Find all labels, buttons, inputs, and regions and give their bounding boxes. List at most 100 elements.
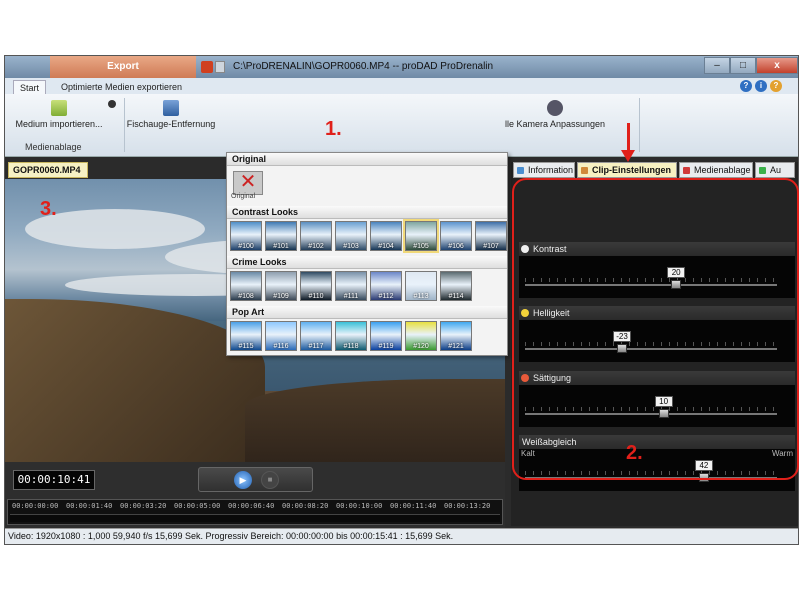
panel-tab[interactable]: Clip-Einstellungen — [577, 162, 677, 178]
clip-tab[interactable]: GOPR0060.MP4 — [8, 162, 88, 178]
tab-optimized-export[interactable]: Optimierte Medien exportieren — [55, 80, 188, 94]
look-id-label: #101 — [273, 243, 289, 250]
document-icon — [215, 61, 225, 73]
panel-tab-label: Information — [528, 165, 574, 175]
panel-tab[interactable]: Information — [513, 162, 575, 178]
maximize-button[interactable]: □ — [730, 57, 756, 74]
annotation-one: 1. — [325, 118, 342, 140]
panel-tab-label: Medienablage — [694, 165, 751, 175]
annotation-arrow — [627, 123, 630, 153]
look-id-label: #108 — [238, 293, 254, 300]
timeline-track[interactable] — [10, 514, 500, 522]
panel-tab[interactable]: Au — [755, 162, 795, 178]
look-id-label: #109 — [273, 293, 289, 300]
look-thumbnail[interactable]: #117 — [300, 321, 332, 351]
panel-tab-label: Au — [770, 165, 782, 175]
look-thumbnail[interactable]: #121 — [440, 321, 472, 351]
options-dot-icon[interactable] — [108, 100, 116, 108]
look-thumbnail[interactable]: #102 — [300, 221, 332, 251]
look-thumbnail[interactable]: #112 — [370, 271, 402, 301]
original-look-thumb[interactable]: ✕ — [233, 171, 263, 195]
info-icon[interactable]: i — [755, 80, 767, 92]
look-thumbnail[interactable]: #109 — [265, 271, 297, 301]
help-icon[interactable]: ? — [740, 80, 752, 92]
panel-tab[interactable]: Medienablage — [679, 162, 753, 178]
annotation-three: 3. — [40, 198, 57, 220]
timeline-tick-label: 00:00:01:40 — [66, 502, 113, 510]
look-id-label: #118 — [343, 343, 359, 350]
look-thumbnail[interactable]: #118 — [335, 321, 367, 351]
panel-tab-bar: Information Clip-Einstellungen Medienablag… — [511, 162, 798, 178]
look-id-label: #115 — [238, 343, 254, 350]
transport-controls: ▶ ■ — [198, 467, 313, 492]
timeline-tick-label: 00:00:05:00 — [174, 502, 221, 510]
question-icon[interactable]: ? — [770, 80, 782, 92]
play-button[interactable]: ▶ — [234, 471, 252, 489]
import-media-label: Medium importieren... — [15, 119, 103, 129]
look-id-label: #113 — [413, 293, 429, 300]
import-media-button[interactable]: Medium importieren... — [9, 96, 109, 129]
look-thumbnail[interactable]: #105 — [403, 219, 439, 253]
ribbon-group-label: Medienablage — [25, 142, 82, 152]
look-thumbnail[interactable]: #120 — [405, 321, 437, 351]
tab-icon — [517, 167, 524, 174]
look-thumbnail[interactable]: #108 — [230, 271, 262, 301]
original-heading: Original — [227, 153, 507, 166]
annotation-frame — [512, 178, 799, 480]
window-controls: – □ x — [704, 57, 798, 74]
crime-looks-row: #108 #109 #110 #111 #112 #113 #114 — [230, 271, 472, 301]
look-thumbnail[interactable]: #106 — [440, 221, 472, 251]
look-id-label: #121 — [448, 343, 464, 350]
look-thumbnail[interactable]: #110 — [300, 271, 332, 301]
title-bar: Export C:\ProDRENALIN\GOPR0060.MP4 -- pr… — [5, 56, 798, 78]
camera-adjustments-label: lle Kamera Anpassungen — [504, 119, 606, 129]
look-thumbnail[interactable]: #114 — [440, 271, 472, 301]
pop-art-looks-row: #115 #116 #117 #118 #119 #120 #121 — [230, 321, 472, 351]
look-thumbnail[interactable]: #111 — [335, 271, 367, 301]
tab-start[interactable]: Start — [13, 80, 47, 94]
timecode-display: 00:00:10:41 — [13, 470, 95, 490]
look-id-label: #110 — [308, 293, 324, 300]
pop-art-heading: Pop Art — [227, 306, 507, 319]
look-id-label: #107 — [483, 243, 499, 250]
export-tab[interactable]: Export — [50, 56, 196, 78]
fisheye-removal-button[interactable]: Fischauge-Entfernung — [123, 96, 219, 129]
close-button[interactable]: x — [756, 57, 798, 74]
look-thumbnail[interactable]: #100 — [230, 221, 262, 251]
look-id-label: #111 — [343, 293, 359, 300]
timeline-tick-label: 00:00:03:20 — [120, 502, 167, 510]
camera-adjustments-button[interactable]: lle Kamera Anpassungen — [503, 96, 607, 129]
look-thumbnail[interactable]: #113 — [405, 271, 437, 301]
look-id-label: #120 — [413, 343, 429, 350]
ribbon-tab-bar: Start Optimierte Medien exportieren ? i … — [5, 78, 798, 94]
look-thumbnail[interactable]: #116 — [265, 321, 297, 351]
look-id-label: #104 — [378, 243, 394, 250]
stop-button[interactable]: ■ — [261, 471, 279, 489]
timeline-tick-label: 00:00:08:20 — [282, 502, 329, 510]
fisheye-icon — [163, 100, 179, 116]
rocks — [245, 379, 505, 462]
look-thumbnail[interactable]: #101 — [265, 221, 297, 251]
timeline-tick-label: 00:00:00:00 — [12, 502, 59, 510]
fisheye-removal-label: Fischauge-Entfernung — [126, 119, 216, 129]
timeline-tick-label: 00:00:13:20 — [444, 502, 491, 510]
minimize-button[interactable]: – — [704, 57, 730, 74]
timeline[interactable]: 00:00:00:00 00:00:01:40 00:00:03:20 00:00:0… — [7, 499, 503, 525]
status-bar: Video: 1920x1080 : 1,000 59,940 f/s 15,6… — [5, 528, 798, 544]
look-thumbnail[interactable]: #115 — [230, 321, 262, 351]
remove-look-icon: ✕ — [239, 171, 257, 193]
looks-popup: Original ✕ Original Contrast Looks #100 #… — [226, 152, 508, 356]
ribbon: Medium importieren... Fischauge-Entfernu… — [5, 94, 798, 157]
look-id-label: #102 — [308, 243, 324, 250]
look-thumbnail[interactable]: #107 — [475, 221, 507, 251]
look-id-label: #103 — [343, 243, 359, 250]
tab-icon — [759, 167, 766, 174]
look-id-label: #119 — [378, 343, 394, 350]
window-title: C:\ProDRENALIN\GOPR0060.MP4 -- proDAD Pr… — [233, 61, 494, 72]
original-look-label: Original — [231, 193, 256, 200]
look-thumbnail[interactable]: #119 — [370, 321, 402, 351]
look-thumbnail[interactable]: #104 — [370, 221, 402, 251]
timeline-tick-label: 00:00:11:40 — [390, 502, 437, 510]
camera-icon — [547, 100, 563, 116]
look-thumbnail[interactable]: #103 — [335, 221, 367, 251]
